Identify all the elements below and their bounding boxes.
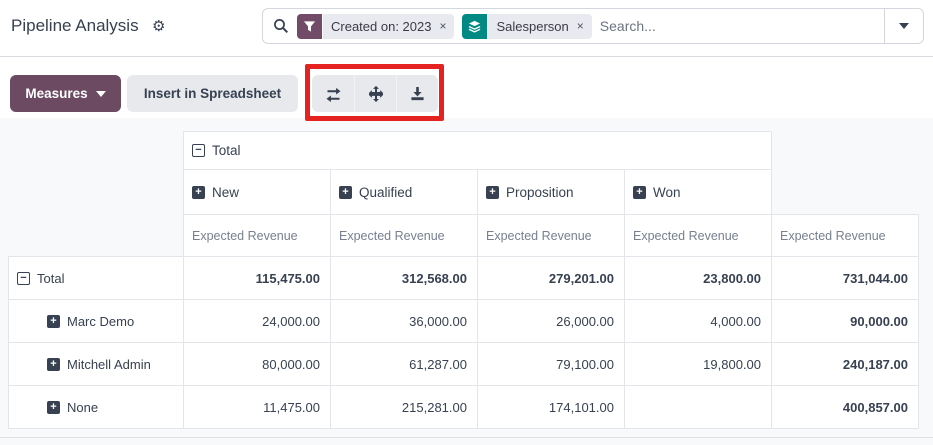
pivot-cell: 80,000.00 <box>184 343 331 386</box>
bottom-divider <box>0 437 933 438</box>
pivot-cell: 24,000.00 <box>184 300 331 343</box>
expand-icon[interactable]: + <box>47 358 60 371</box>
facet-remove-icon[interactable]: × <box>439 19 446 33</box>
pivot-table: − Total + New + Qualified + Pro <box>8 131 919 429</box>
insert-in-spreadsheet-button[interactable]: Insert in Spreadsheet <box>127 75 298 112</box>
pivot-cell: 4,000.00 <box>625 300 772 343</box>
row-header-marc-demo[interactable]: + Marc Demo <box>9 300 184 343</box>
col-header-qualified[interactable]: + Qualified <box>331 170 478 215</box>
pivot-corner <box>9 215 184 257</box>
pivot-cell: 61,287.00 <box>331 343 478 386</box>
pivot-cell: 240,187.00 <box>772 343 919 386</box>
pivot-cell: 115,475.00 <box>184 257 331 300</box>
collapse-icon[interactable]: − <box>17 272 30 285</box>
download-button[interactable] <box>396 75 438 112</box>
pivot-tools-group <box>312 75 438 112</box>
row-header-total[interactable]: − Total <box>9 257 184 300</box>
col-header-new[interactable]: + New <box>184 170 331 215</box>
pivot-cell: 19,800.00 <box>625 343 772 386</box>
pivot-corner <box>9 170 184 215</box>
pivot-cell: 26,000.00 <box>478 300 625 343</box>
facet-created-on: Created on: 2023 × <box>297 14 454 39</box>
table-row: − Total 115,475.00 312,568.00 279,201.00… <box>9 257 919 300</box>
facet-label: Salesperson <box>496 19 568 34</box>
pivot-cell: 11,475.00 <box>184 386 331 429</box>
flip-axis-icon <box>325 86 342 102</box>
chevron-down-icon <box>899 23 909 29</box>
collapse-icon[interactable]: − <box>192 144 205 157</box>
expand-all-button[interactable] <box>354 75 396 112</box>
pivot-cell: 400,857.00 <box>772 386 919 429</box>
pivot-cell: 23,800.00 <box>625 257 772 300</box>
table-row: + None 11,475.00 215,281.00 174,101.00 4… <box>9 386 919 429</box>
measure-header[interactable]: Expected Revenue <box>478 215 625 257</box>
pivot-cell: 312,568.00 <box>331 257 478 300</box>
filter-icon <box>297 14 322 39</box>
download-icon <box>410 86 425 101</box>
measure-header[interactable]: Expected Revenue <box>772 215 919 257</box>
facet-salesperson: Salesperson × <box>462 14 591 39</box>
search-icon <box>273 18 289 34</box>
chevron-down-icon <box>96 91 106 97</box>
expand-icon[interactable]: + <box>486 186 499 199</box>
page-title: Pipeline Analysis <box>11 16 139 36</box>
table-row: + Mitchell Admin 80,000.00 61,287.00 79,… <box>9 343 919 386</box>
facet-label: Created on: 2023 <box>331 19 431 34</box>
expand-icon[interactable]: + <box>47 401 60 414</box>
expand-icon[interactable]: + <box>192 186 205 199</box>
col-header-won[interactable]: + Won <box>625 170 772 215</box>
pivot-cell: 215,281.00 <box>331 386 478 429</box>
col-group-header-total[interactable]: − Total <box>184 132 772 170</box>
measure-header[interactable]: Expected Revenue <box>625 215 772 257</box>
pivot-cell <box>625 386 772 429</box>
facet-remove-icon[interactable]: × <box>577 19 584 33</box>
search-input[interactable] <box>600 18 884 34</box>
pivot-cell: 36,000.00 <box>331 300 478 343</box>
search-bar: Created on: 2023 × Salesperson × <box>262 8 924 44</box>
table-row: + Marc Demo 24,000.00 36,000.00 26,000.0… <box>9 300 919 343</box>
expand-icon[interactable]: + <box>633 186 646 199</box>
expand-all-icon <box>368 86 384 102</box>
pivot-cell: 79,100.00 <box>478 343 625 386</box>
layers-icon <box>462 14 487 39</box>
row-header-none[interactable]: + None <box>9 386 184 429</box>
control-panel: Pipeline Analysis ⚙ Created on: 2023 × <box>0 0 933 57</box>
gear-icon[interactable]: ⚙ <box>152 17 165 35</box>
row-header-mitchell-admin[interactable]: + Mitchell Admin <box>9 343 184 386</box>
pivot-corner <box>772 170 919 215</box>
expand-icon[interactable]: + <box>339 186 352 199</box>
expand-icon[interactable]: + <box>47 315 60 328</box>
measure-header[interactable]: Expected Revenue <box>331 215 478 257</box>
pivot-corner <box>9 132 184 170</box>
pivot-cell: 174,101.00 <box>478 386 625 429</box>
pivot-cell: 279,201.00 <box>478 257 625 300</box>
measures-button[interactable]: Measures <box>10 75 121 112</box>
col-header-proposition[interactable]: + Proposition <box>478 170 625 215</box>
pivot-corner <box>772 132 919 170</box>
measure-header[interactable]: Expected Revenue <box>184 215 331 257</box>
search-dropdown-toggle[interactable] <box>885 9 923 43</box>
pivot-view: − Total + New + Qualified + Pro <box>0 118 933 445</box>
flip-axis-button[interactable] <box>312 75 354 112</box>
pivot-cell: 731,044.00 <box>772 257 919 300</box>
pivot-cell: 90,000.00 <box>772 300 919 343</box>
